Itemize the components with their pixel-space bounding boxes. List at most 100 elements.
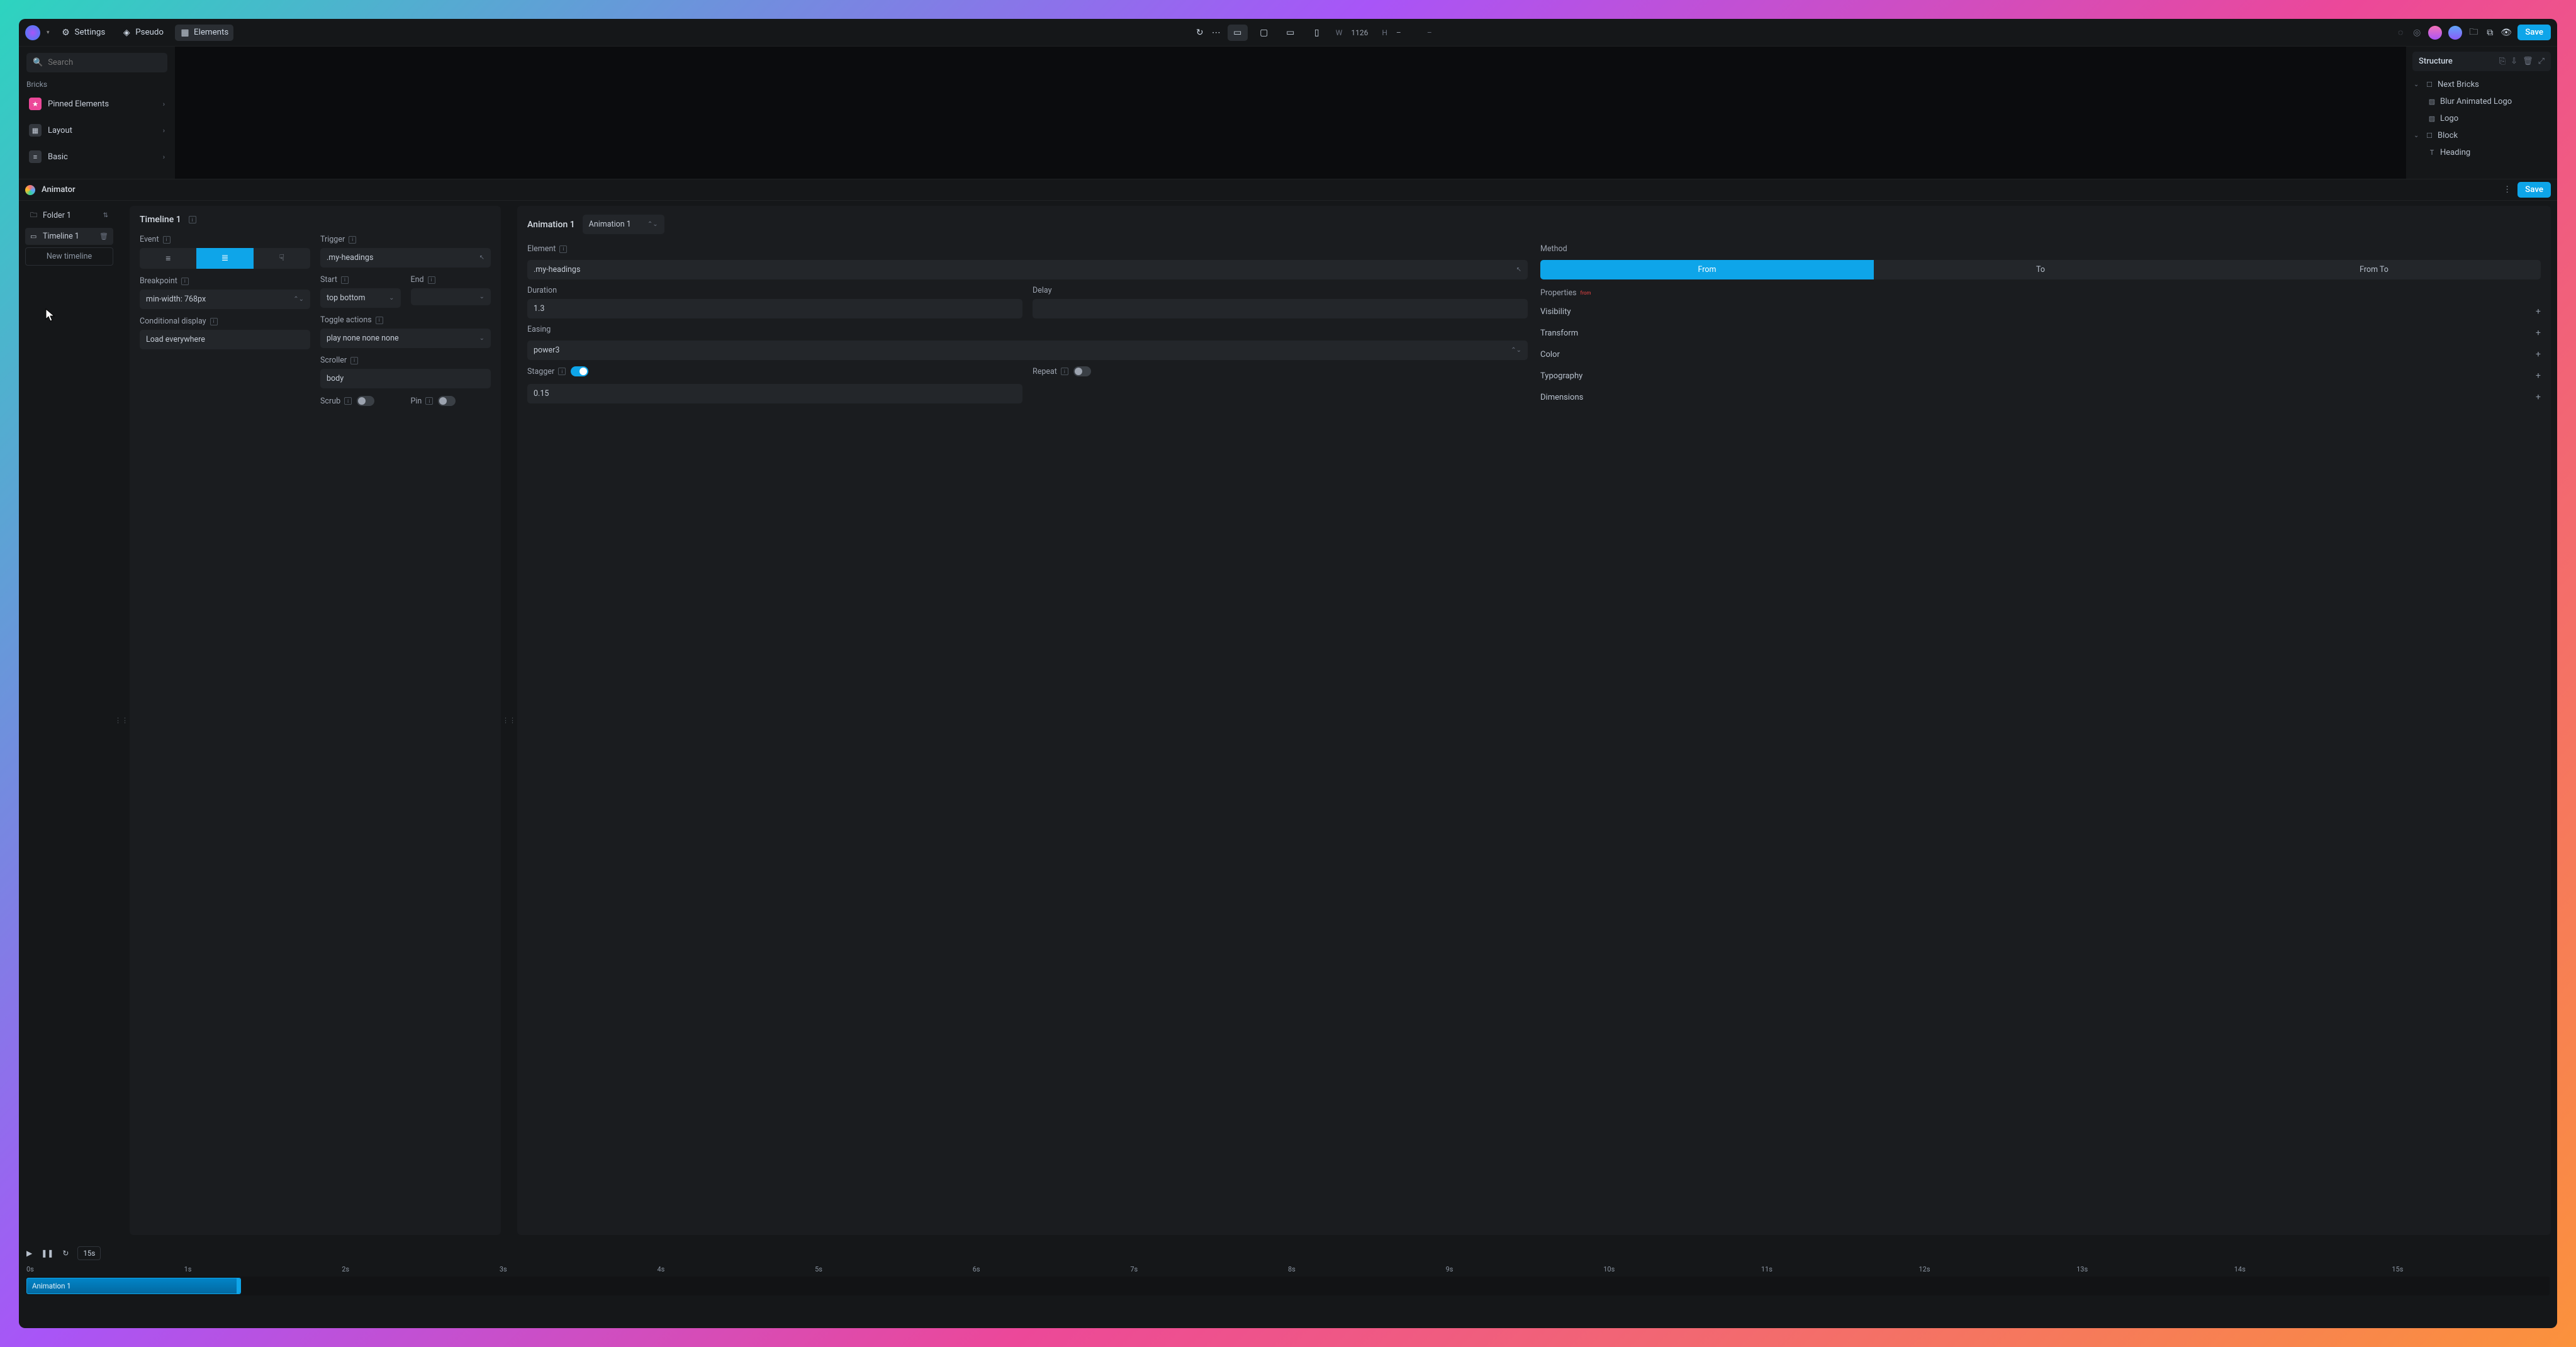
toggle-actions-select[interactable]: play none none none⌄ (320, 329, 491, 348)
event-segmented[interactable]: ≡ ≣ ☟ (140, 248, 310, 269)
copy-icon[interactable]: ⎘ (2499, 57, 2506, 66)
user-avatar-1[interactable] (2428, 26, 2442, 40)
plus-icon[interactable]: + (2536, 349, 2541, 359)
animator-save-button[interactable]: Save (2517, 182, 2551, 198)
stagger-input[interactable] (527, 384, 1022, 403)
trigger-input[interactable]: .my-headings↖ (320, 248, 491, 268)
delay-input[interactable] (1033, 299, 1528, 318)
stagger-toggle[interactable] (571, 366, 588, 376)
info-icon[interactable]: i (189, 216, 196, 223)
tree-node-heading[interactable]: T Heading (2412, 144, 2551, 161)
info-icon[interactable]: i (344, 397, 352, 405)
method-from[interactable]: From (1540, 260, 1874, 279)
info-icon[interactable]: i (1061, 368, 1068, 375)
app-menu-caret[interactable]: ▾ (47, 30, 50, 36)
plus-icon[interactable]: + (2536, 307, 2541, 317)
clip-handle[interactable] (237, 1278, 240, 1293)
method-to[interactable]: To (1874, 260, 2207, 279)
trash-icon[interactable]: 🗑 (99, 232, 108, 240)
breakpoint-select[interactable]: min-width: 768px⌃⌄ (140, 290, 310, 309)
expand-icon[interactable]: ⤢ (2538, 57, 2545, 66)
tree-node-blur-logo[interactable]: ▨ Blur Animated Logo (2412, 93, 2551, 110)
download-icon[interactable]: ⇩ (2511, 57, 2517, 66)
scroller-input[interactable]: body (320, 369, 491, 388)
drag-handle-icon[interactable]: ⋮⋮ (120, 206, 123, 1235)
search-box[interactable]: 🔍 (26, 53, 167, 72)
event-option-1[interactable]: ≡ (140, 248, 196, 269)
element-input[interactable]: .my-headings↖ (527, 260, 1528, 279)
app-logo[interactable] (25, 25, 40, 40)
duration-input[interactable] (527, 299, 1022, 318)
animation-select[interactable]: Animation 1⌃⌄ (583, 215, 664, 234)
height-value[interactable]: – (1396, 28, 1418, 37)
category-basic[interactable]: ≡ Basic › (26, 145, 167, 168)
property-color[interactable]: Color+ (1540, 347, 2541, 362)
drag-handle-icon[interactable]: ⋮⋮ (507, 206, 511, 1235)
info-icon[interactable]: i (210, 318, 218, 325)
event-option-2[interactable]: ≣ (196, 248, 253, 269)
eye-icon[interactable]: 👁 (2501, 28, 2511, 38)
sort-icon[interactable]: ⇅ (103, 212, 108, 219)
timeline-track[interactable]: Animation 1 (26, 1277, 2550, 1295)
property-dimensions[interactable]: Dimensions+ (1540, 390, 2541, 405)
help-icon[interactable]: ◌ (2395, 28, 2405, 38)
device-tablet-landscape-button[interactable]: ▭ (1280, 25, 1301, 41)
folder-item[interactable]: 🗀 Folder 1 ⇅ (25, 206, 113, 225)
device-laptop-button[interactable]: ▢ (1254, 25, 1274, 41)
category-layout[interactable]: ▦ Layout › (26, 119, 167, 142)
info-icon[interactable]: i (376, 317, 383, 324)
plus-icon[interactable]: + (2536, 328, 2541, 338)
scrub-toggle[interactable] (357, 396, 374, 406)
new-timeline-button[interactable]: New timeline (25, 247, 113, 266)
device-tablet-button[interactable]: ▯ (1307, 25, 1327, 41)
link-icon[interactable]: ⋯ (1211, 28, 1221, 38)
more-icon[interactable]: ⋮ (2503, 185, 2511, 194)
plus-icon[interactable]: + (2536, 371, 2541, 381)
property-transform[interactable]: Transform+ (1540, 325, 2541, 341)
conditional-select[interactable]: Load everywhere (140, 330, 310, 349)
info-icon[interactable]: i (425, 397, 433, 405)
method-segmented[interactable]: From To From To (1540, 260, 2541, 279)
tree-node-logo[interactable]: ▨ Logo (2412, 110, 2551, 127)
category-pinned-elements[interactable]: ★ Pinned Elements › (26, 93, 167, 115)
info-icon[interactable]: i (558, 368, 566, 375)
timeline-clip[interactable]: Animation 1 (26, 1278, 241, 1294)
info-icon[interactable]: i (349, 236, 356, 244)
info-icon[interactable]: i (428, 276, 435, 284)
end-select[interactable]: ⌄ (411, 288, 491, 305)
elements-button[interactable]: ▦ Elements (175, 25, 233, 41)
pause-button[interactable]: ❚❚ (41, 1249, 53, 1258)
picker-icon[interactable]: ↖ (479, 254, 484, 261)
tree-node-next-bricks[interactable]: ⌄ ☐ Next Bricks (2412, 76, 2551, 93)
method-fromto[interactable]: From To (2207, 260, 2541, 279)
info-icon[interactable]: i (341, 276, 349, 284)
info-icon[interactable]: i (350, 357, 358, 364)
tree-node-block[interactable]: ⌄ ☐ Block (2412, 127, 2551, 144)
plus-icon[interactable]: + (2536, 392, 2541, 402)
restart-button[interactable]: ↻ (62, 1249, 69, 1258)
start-select[interactable]: top bottom⌄ (320, 288, 401, 308)
trash-icon[interactable]: 🗑 (2523, 57, 2533, 66)
info-icon[interactable]: i (163, 236, 171, 244)
timeline-ruler[interactable]: 0s 1s 2s 3s 4s 5s 6s 7s 8s 9s 10s 11s 12… (26, 1265, 2550, 1275)
event-option-3[interactable]: ☟ (254, 248, 310, 269)
easing-select[interactable]: power3⌃⌄ (527, 341, 1528, 360)
refresh-icon[interactable]: ↻ (1195, 28, 1205, 38)
width-value[interactable]: 1126 (1351, 28, 1373, 37)
property-visibility[interactable]: Visibility+ (1540, 304, 2541, 319)
folder-icon[interactable]: 🗀 (2468, 28, 2478, 38)
search-input[interactable] (48, 58, 161, 67)
property-typography[interactable]: Typography+ (1540, 368, 2541, 383)
picker-icon[interactable]: ↖ (1516, 266, 1521, 273)
info-icon[interactable]: i (181, 278, 189, 285)
preview-icon[interactable]: ◎ (2412, 28, 2422, 38)
canvas[interactable] (175, 47, 2406, 179)
repeat-toggle[interactable] (1073, 366, 1091, 376)
play-button[interactable]: ▶ (26, 1249, 32, 1258)
info-icon[interactable]: i (559, 245, 567, 253)
timeline-duration[interactable]: 15s (77, 1246, 101, 1260)
timeline-item[interactable]: ▭ Timeline 1 🗑 (25, 228, 113, 245)
user-avatar-2[interactable] (2448, 26, 2462, 40)
pin-toggle[interactable] (438, 396, 456, 406)
save-button[interactable]: Save (2517, 25, 2551, 40)
